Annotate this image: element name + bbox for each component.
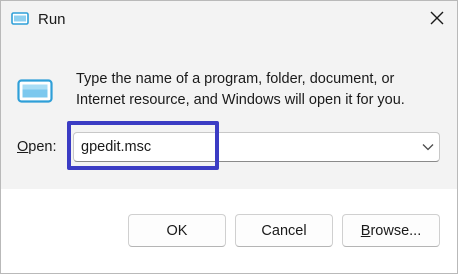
run-app-icon (17, 79, 53, 103)
run-icon (11, 12, 29, 26)
chevron-down-icon (422, 138, 434, 156)
cancel-button[interactable]: Cancel (235, 214, 333, 247)
dialog-footer: OK Cancel Browse... (1, 189, 457, 273)
dialog-body: Type the name of a program, folder, docu… (1, 39, 457, 189)
close-icon (430, 11, 444, 30)
open-label-text: pen: (28, 139, 57, 155)
open-label: Open: (17, 139, 57, 155)
open-input[interactable] (81, 136, 401, 158)
open-dropdown-button[interactable] (419, 137, 437, 157)
browse-label: rowse... (370, 222, 422, 239)
browse-mnemonic: B (360, 222, 371, 239)
dialog-description: Type the name of a program, folder, docu… (76, 71, 405, 108)
window-title: Run (38, 11, 66, 28)
open-label-mnemonic: O (17, 139, 29, 155)
ok-button[interactable]: OK (128, 214, 226, 247)
browse-button[interactable]: Browse... (342, 214, 440, 247)
title-bar: Run (1, 1, 457, 39)
close-button[interactable] (419, 5, 455, 35)
open-combobox[interactable] (73, 132, 440, 162)
run-dialog: Run Type the name of a program, folder, … (0, 0, 458, 274)
